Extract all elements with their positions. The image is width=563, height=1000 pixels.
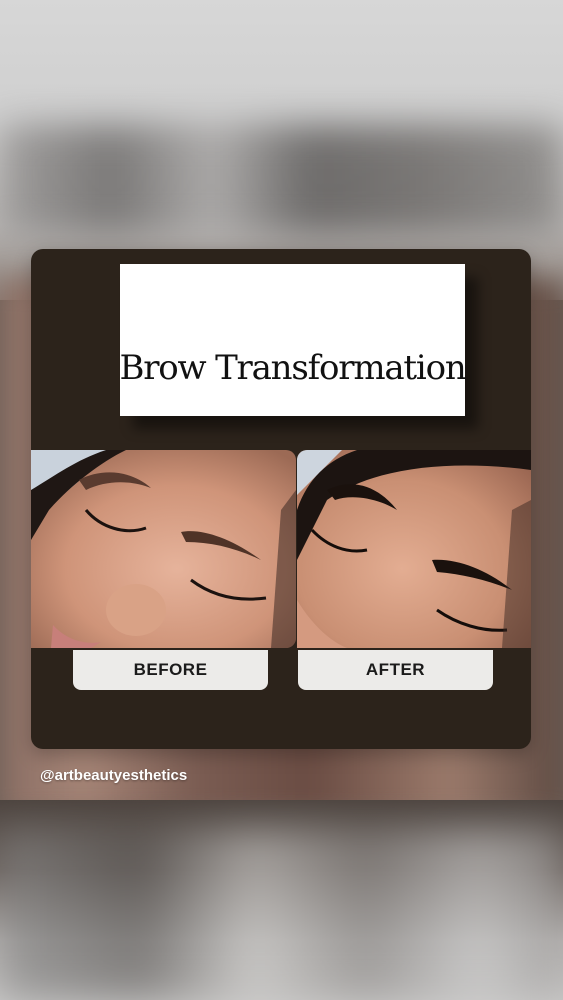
account-handle[interactable]: @artbeautyesthetics [40, 767, 187, 784]
before-photo [31, 450, 296, 648]
after-photo [297, 450, 531, 648]
before-label: BEFORE [73, 650, 268, 690]
post-title: Brow Transformation [119, 348, 466, 388]
after-label: AFTER [298, 650, 493, 690]
post-card: Brow Transformation BEFORE AFTER [31, 249, 531, 749]
background-bottom-blur [0, 830, 563, 1000]
title-box: Brow Transformation [119, 264, 467, 416]
background-blur-band [0, 125, 563, 235]
